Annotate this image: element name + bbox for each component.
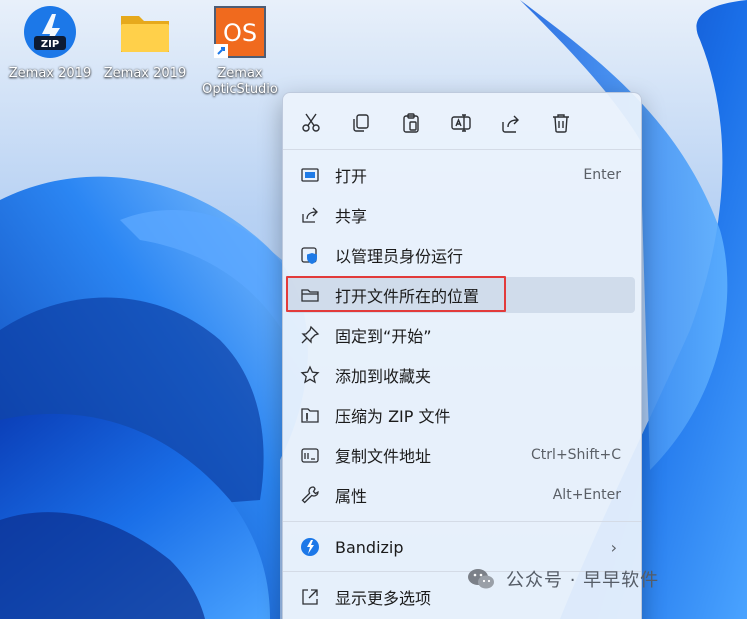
watermark-text: 公众号 · 早早软件	[506, 570, 660, 591]
menu-item-label: 压缩为 ZIP 文件	[335, 407, 451, 426]
bandizip-icon	[299, 536, 321, 558]
menu-item-share[interactable]: 共享	[287, 197, 635, 233]
open-window-icon	[299, 164, 321, 186]
chevron-right-icon: ›	[610, 537, 617, 557]
wechat-icon	[468, 569, 494, 589]
rename-icon	[451, 114, 471, 132]
highlight-box	[286, 276, 506, 312]
menu-item-label: 以管理员身份运行	[335, 247, 464, 266]
delete-button[interactable]	[545, 107, 577, 139]
folder-icon	[117, 4, 173, 60]
menu-item-shortcut: Alt+Enter	[552, 487, 621, 503]
menu-item-compress-zip[interactable]: 压缩为 ZIP 文件	[287, 397, 635, 433]
menu-item-label: 复制文件地址	[335, 447, 432, 466]
menu-item-add-to-favorites[interactable]: 添加到收藏夹	[287, 357, 635, 393]
menu-separator	[283, 149, 641, 150]
zip-file-icon	[299, 404, 321, 426]
menu-item-label: 添加到收藏夹	[335, 367, 432, 386]
copy-icon	[353, 114, 369, 132]
bandizip-zip-icon: ZIP	[22, 4, 78, 60]
menu-item-copy-path[interactable]: 复制文件地址 Ctrl+Shift+C	[287, 437, 635, 473]
menu-item-label: 共享	[335, 207, 368, 226]
svg-text:ZIP: ZIP	[41, 39, 59, 50]
share-icon	[502, 115, 519, 133]
desktop-icon-label: Zemax 2019	[8, 66, 92, 81]
wrench-icon	[299, 484, 321, 506]
desktop: ZIP Zemax 2019 Zemax 2019 OS Zemax Optic…	[0, 0, 747, 619]
shield-icon	[299, 244, 321, 266]
desktop-icon-opticstudio[interactable]: OS Zemax OpticStudio	[192, 4, 288, 108]
star-icon	[299, 364, 321, 386]
menu-item-label: 固定到“开始”	[335, 327, 432, 346]
copy-button[interactable]	[345, 107, 377, 139]
share-button[interactable]	[495, 107, 527, 139]
desktop-icon-label: Zemax OpticStudio	[202, 66, 278, 97]
menu-item-label: 属性	[335, 487, 368, 506]
opticstudio-shortcut-icon: OS	[212, 4, 268, 60]
menu-item-open[interactable]: 打开 Enter	[287, 157, 635, 193]
menu-item-label: 打开	[335, 167, 368, 186]
context-menu: 打开 Enter 共享 以管理员身份运行 打开文件所在的位置 固定到“开始” 添…	[282, 92, 642, 619]
desktop-icon-label: Zemax 2019	[103, 66, 187, 81]
menu-item-properties[interactable]: 属性 Alt+Enter	[287, 477, 635, 513]
menu-item-run-as-admin[interactable]: 以管理员身份运行	[287, 237, 635, 273]
pin-icon	[299, 324, 321, 346]
menu-item-pin-to-start[interactable]: 固定到“开始”	[287, 317, 635, 353]
context-menu-toolbar	[283, 101, 641, 145]
copy-path-icon	[299, 444, 321, 466]
svg-text:OS: OS	[223, 19, 257, 47]
watermark: 公众号 · 早早软件	[466, 566, 659, 592]
rename-button[interactable]	[445, 107, 477, 139]
delete-icon	[553, 114, 569, 133]
menu-separator	[283, 521, 641, 522]
paste-icon	[403, 113, 419, 133]
more-options-icon	[299, 586, 321, 608]
menu-item-label: Bandizip	[335, 537, 404, 557]
desktop-icon-zemax-zip[interactable]: ZIP Zemax 2019	[2, 4, 98, 108]
share-icon	[299, 204, 321, 226]
menu-item-label: 显示更多选项	[335, 589, 432, 608]
paste-button[interactable]	[395, 107, 427, 139]
desktop-icon-zemax-folder[interactable]: Zemax 2019	[97, 4, 193, 108]
menu-item-shortcut: Enter	[583, 167, 621, 183]
menu-item-shortcut: Ctrl+Shift+C	[531, 447, 621, 463]
menu-item-bandizip[interactable]: Bandizip ›	[287, 529, 635, 565]
cut-icon	[302, 113, 320, 132]
cut-button[interactable]	[295, 107, 327, 139]
